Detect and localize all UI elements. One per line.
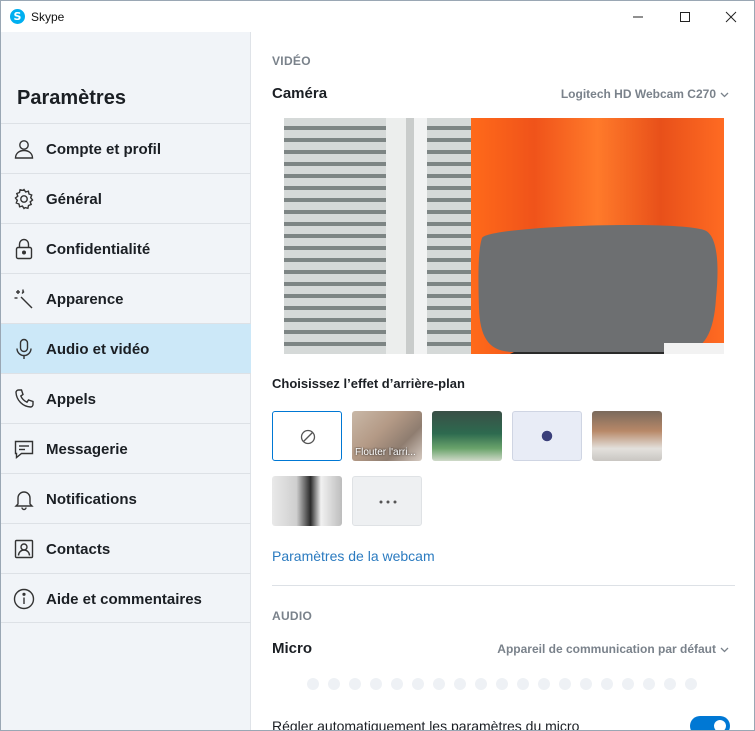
meter-dot [349,678,361,690]
sidebar-item-account[interactable]: Compte et profil [1,123,251,173]
sidebar-item-contacts[interactable]: Contacts [1,523,251,573]
sidebar-item-label: Audio et vidéo [46,341,150,358]
micro-select[interactable]: Appareil de communication par défaut [497,642,729,656]
meter-dot [370,678,382,690]
no-effect-icon [300,429,316,445]
sidebar-item-audio-video[interactable]: Audio et vidéo [1,323,251,373]
sidebar-item-label: Confidentialité [46,241,151,258]
meter-dot [454,678,466,690]
sidebar-title: Paramètres [17,87,126,109]
chat-icon [14,440,34,459]
meter-dot [601,678,613,690]
meter-dot [517,678,529,690]
chevron-down-icon [720,92,729,98]
skype-window: S Skype Paramètres Compte et profil Géné… [0,0,755,731]
meter-dot [622,678,634,690]
meter-dot [664,678,676,690]
meter-dot [391,678,403,690]
background-none-option[interactable] [272,411,342,461]
sidebar-item-label: Notifications [46,491,137,508]
meter-dot [328,678,340,690]
person-icon [14,140,34,159]
camera-label: Caméra [272,85,328,102]
camera-select[interactable]: Logitech HD Webcam C270 [561,87,729,101]
window-title: Skype [31,10,65,24]
sidebar-item-appearance[interactable]: Apparence [1,273,251,323]
more-icon [379,500,397,504]
sidebar-item-label: Apparence [46,291,124,308]
meter-dot [433,678,445,690]
micro-level-meter [307,677,706,690]
camera-feed-image [284,118,724,354]
background-effect-title: Choisissez l’effet d’arrière-plan [272,376,465,391]
settings-content: VIDÉO Caméra Logitech HD Webcam C270 Cho… [252,32,754,731]
blur-option-caption: Flouter l'arri... [355,447,416,458]
bell-icon [14,491,34,511]
background-window-option[interactable] [272,476,342,526]
maximize-button[interactable] [662,1,708,32]
meter-dot [580,678,592,690]
lock-icon [15,238,33,260]
meter-dot [538,678,550,690]
minimize-button[interactable] [615,1,661,32]
skype-logo-icon: S [10,9,25,24]
meter-dot [496,678,508,690]
meter-dot [475,678,487,690]
phone-icon [15,389,34,408]
camera-preview [284,118,724,354]
maximize-icon [680,12,690,22]
sidebar-item-help[interactable]: Aide et commentaires [1,573,251,623]
meter-dot [307,678,319,690]
info-icon [13,588,35,610]
micro-label: Micro [272,640,313,657]
auto-adjust-label: Régler automatiquement les paramètres du… [272,718,580,731]
close-button[interactable] [708,1,754,32]
video-section-title: VIDÉO [272,54,311,68]
close-icon [725,11,737,23]
meter-dot [559,678,571,690]
section-divider [272,585,735,586]
meter-dot [643,678,655,690]
auto-adjust-toggle[interactable] [690,716,730,730]
contact-card-icon [14,539,34,559]
title-bar: S Skype [1,1,754,32]
camera-device-value: Logitech HD Webcam C270 [560,87,716,101]
background-room-option[interactable] [592,411,662,461]
settings-sidebar: Paramètres Compte et profil Général Conf… [1,32,251,730]
sidebar-item-general[interactable]: Général [1,173,251,223]
sidebar-item-label: Messagerie [46,441,128,458]
sidebar-item-messaging[interactable]: Messagerie [1,423,251,473]
chevron-down-icon [720,647,729,653]
sidebar-item-label: Compte et profil [46,141,161,158]
micro-device-value: Appareil de communication par défaut [497,642,716,656]
gear-icon [14,188,34,210]
background-pattern-option[interactable] [512,411,582,461]
microphone-icon [16,338,32,359]
sidebar-item-notifications[interactable]: Notifications [1,473,251,523]
audio-section-title: AUDIO [272,609,313,623]
background-blur-option[interactable]: Flouter l'arri... [352,411,422,461]
sidebar-item-label: Appels [46,391,97,408]
webcam-settings-link[interactable]: Paramètres de la webcam [272,548,435,564]
sidebar-item-privacy[interactable]: Confidentialité [1,223,251,273]
background-more-button[interactable] [352,476,422,526]
sidebar-item-label: Général [46,191,102,208]
sidebar-item-calls[interactable]: Appels [1,373,251,423]
magic-wand-icon [14,289,33,309]
minimize-icon [633,16,643,18]
sidebar-item-label: Contacts [46,541,111,558]
background-office-option[interactable] [432,411,502,461]
sidebar-item-label: Aide et commentaires [46,591,202,608]
meter-dot [412,678,424,690]
meter-dot [685,678,697,690]
